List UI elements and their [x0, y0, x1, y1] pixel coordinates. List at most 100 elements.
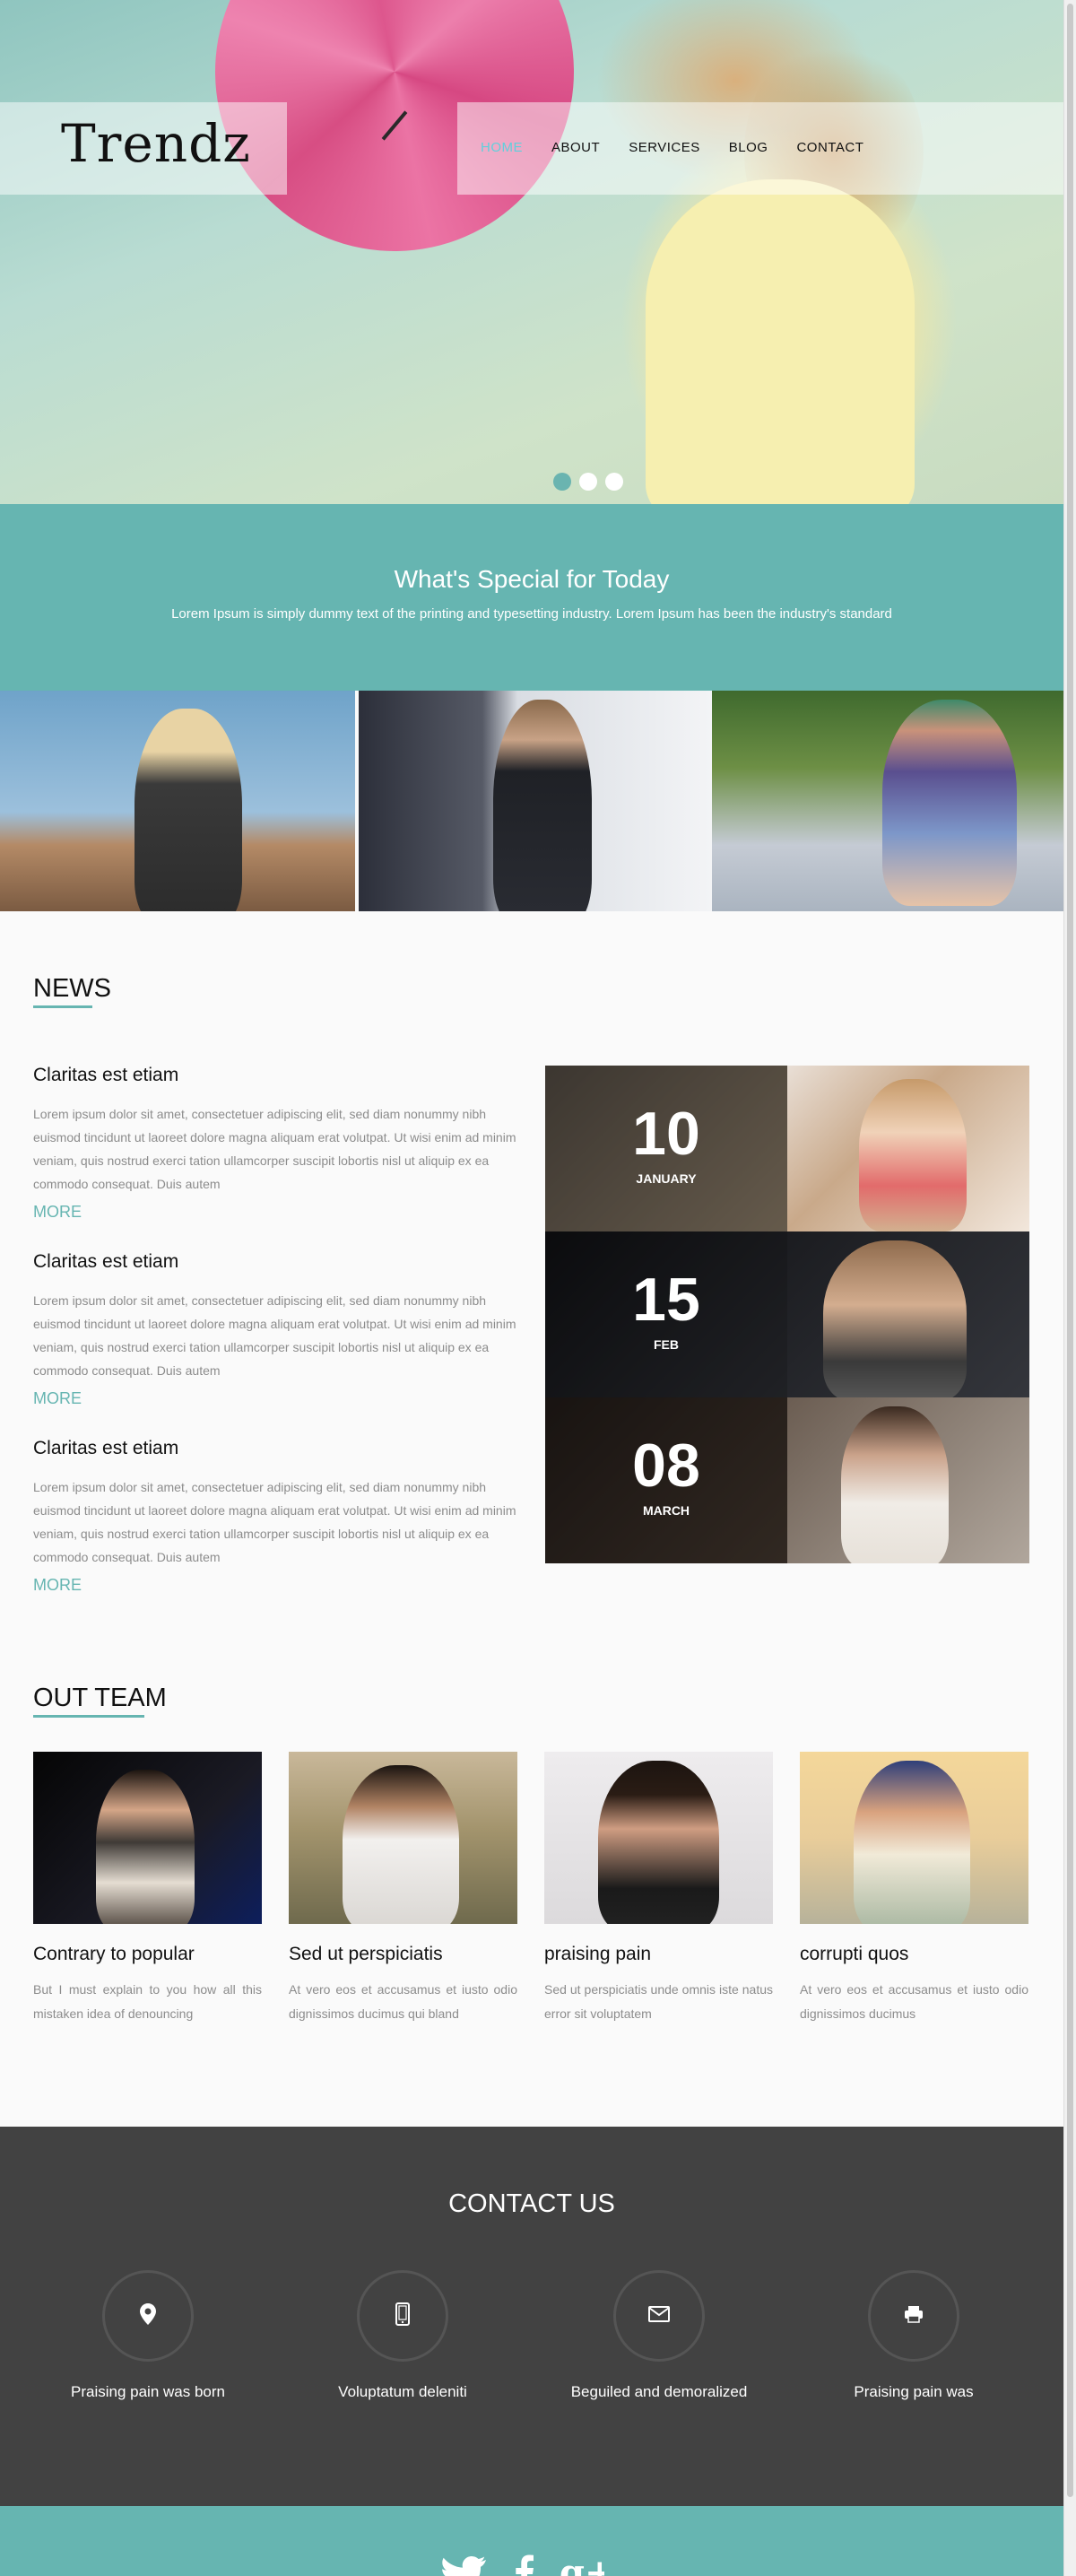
special-section: What's Special for Today Lorem Ipsum is … [0, 504, 1063, 691]
team-title: OUT TEAM [33, 1684, 167, 1712]
news-item-text: Lorem ipsum dolor sit amet, consectetuer… [33, 1480, 516, 1564]
news-item-text: Lorem ipsum dolor sit amet, consectetuer… [33, 1293, 516, 1378]
team-title-underline [33, 1715, 144, 1718]
contact-item-label: Praising pain was [854, 2383, 974, 2400]
news-date-day: 08 [632, 1432, 700, 1500]
team-member-name: corrupti quos [800, 1944, 909, 1964]
contact-item-label: Voluptatum deleniti [338, 2383, 467, 2400]
main-nav: HOME ABOUT SERVICES BLOG CONTACT [481, 140, 892, 155]
footer: g+ [0, 2506, 1063, 2576]
social-links: g+ [438, 2552, 614, 2576]
contact-item-address: Praising pain was born [36, 2270, 260, 2401]
news-item-title[interactable]: Claritas est etiam [33, 1251, 517, 1273]
hero-model-image [646, 179, 915, 504]
contact-item-email: Beguiled and demoralized [547, 2270, 771, 2401]
envelope-icon [648, 2305, 670, 2327]
google-plus-icon[interactable]: g+ [560, 2552, 614, 2576]
slider-dots [553, 473, 623, 491]
news-date-day: 15 [632, 1266, 700, 1334]
contact-icon-circle[interactable] [102, 2270, 194, 2362]
news-more-link[interactable]: MORE [33, 1203, 82, 1222]
team-photo-person [343, 1765, 459, 1924]
team-card-2: Sed ut perspiciatis At vero eos et accus… [289, 1752, 517, 2026]
contact-icon-circle[interactable] [868, 2270, 959, 2362]
contact-item-label: Beguiled and demoralized [570, 2383, 748, 2400]
news-date-overlay: 15 FEB [545, 1231, 787, 1397]
team-member-text: At vero eos et accusamus et iusto odio d… [289, 1982, 517, 2021]
svg-text:g+: g+ [560, 2554, 604, 2576]
team-card-4: corrupti quos At vero eos et accusamus e… [800, 1752, 1028, 2026]
contact-section: CONTACT US Praising pain was born Volupt… [0, 2127, 1063, 2506]
gallery-model-3 [882, 700, 1017, 906]
team-card-3: praising pain Sed ut perspiciatis unde o… [544, 1752, 773, 2026]
news-item-3: Claritas est etiam Lorem ipsum dolor sit… [33, 1438, 517, 1595]
team-photo-4[interactable] [800, 1752, 1028, 1924]
team-member-text: At vero eos et accusamus et iusto odio d… [800, 1982, 1028, 2021]
news-photo-2 [787, 1231, 1029, 1397]
news-date-overlay: 08 MARCH [545, 1397, 787, 1563]
news-date-day: 10 [632, 1100, 700, 1168]
facebook-icon[interactable] [513, 2554, 534, 2576]
scrollbar-thumb[interactable] [1067, 4, 1073, 2497]
news-title: NEWS [33, 974, 111, 1003]
team-photo-person [96, 1770, 195, 1924]
news-date-tile-3[interactable]: 08 MARCH [545, 1397, 787, 1563]
slider-dot-2[interactable] [579, 473, 597, 491]
gallery-model-1 [134, 709, 242, 911]
mobile-phone-icon [395, 2302, 410, 2330]
team-member-text: But I must explain to you how all this m… [33, 1982, 262, 2021]
news-date-tile-1[interactable]: 10 JANUARY [545, 1066, 787, 1231]
twitter-icon[interactable] [438, 2554, 488, 2576]
special-text: Lorem Ipsum is simply dummy text of the … [171, 606, 892, 622]
news-photo-model-2 [823, 1240, 967, 1397]
team-photo-1[interactable] [33, 1752, 262, 1924]
page-scrollbar[interactable] [1063, 0, 1076, 2576]
team-photo-person [854, 1761, 970, 1924]
news-item-1: Claritas est etiam Lorem ipsum dolor sit… [33, 1065, 517, 1222]
map-pin-icon [140, 2302, 156, 2329]
news-date-overlay: 10 JANUARY [545, 1066, 787, 1231]
news-more-link[interactable]: MORE [33, 1576, 82, 1595]
news-date-tile-2[interactable]: 15 FEB [545, 1231, 787, 1397]
news-title-underline [33, 1005, 92, 1008]
team-member-name: Contrary to popular [33, 1944, 195, 1964]
gallery-image-3 [712, 691, 1063, 911]
site-logo[interactable]: Trendz [61, 113, 251, 174]
nav-contact[interactable]: CONTACT [796, 140, 863, 155]
contact-item-fax: Praising pain was [802, 2270, 1026, 2401]
news-more-link[interactable]: MORE [33, 1389, 82, 1408]
team-member-name: Sed ut perspiciatis [289, 1944, 443, 1964]
news-date-grid: 10 JANUARY 15 FEB 08 MARCH [545, 1066, 1029, 1564]
contact-icon-circle[interactable] [613, 2270, 705, 2362]
gallery-image-2 [359, 691, 712, 911]
page: Trendz HOME ABOUT SERVICES BLOG CONTACT … [0, 0, 1076, 2576]
contact-title: CONTACT US [448, 2189, 615, 2218]
news-date-month: JANUARY [636, 1171, 697, 1186]
news-photo-model-1 [859, 1079, 967, 1231]
nav-home[interactable]: HOME [481, 140, 523, 155]
news-date-month: MARCH [642, 1503, 690, 1518]
contact-item-label: Praising pain was born [71, 2383, 225, 2400]
special-title: What's Special for Today [394, 565, 670, 593]
printer-icon [904, 2305, 924, 2328]
gallery-image-1 [0, 691, 355, 911]
news-item-title[interactable]: Claritas est etiam [33, 1438, 517, 1459]
news-photo-1 [787, 1066, 1029, 1231]
news-date-month: FEB [654, 1337, 679, 1352]
nav-about[interactable]: ABOUT [551, 140, 600, 155]
nav-blog[interactable]: BLOG [729, 140, 768, 155]
team-member-text: Sed ut perspiciatis unde omnis iste natu… [544, 1982, 773, 2021]
news-photo-model-3 [841, 1406, 949, 1563]
slider-dot-3[interactable] [605, 473, 623, 491]
team-photo-3[interactable] [544, 1752, 773, 1924]
team-card-1: Contrary to popular But I must explain t… [33, 1752, 262, 2026]
contact-icon-circle[interactable] [357, 2270, 448, 2362]
nav-services[interactable]: SERVICES [629, 140, 700, 155]
slider-dot-1[interactable] [553, 473, 571, 491]
news-item-text: Lorem ipsum dolor sit amet, consectetuer… [33, 1107, 516, 1191]
page-content: Trendz HOME ABOUT SERVICES BLOG CONTACT … [0, 0, 1063, 2576]
news-item-title[interactable]: Claritas est etiam [33, 1065, 517, 1086]
team-photo-person [598, 1761, 719, 1924]
news-item-2: Claritas est etiam Lorem ipsum dolor sit… [33, 1251, 517, 1408]
team-photo-2[interactable] [289, 1752, 517, 1924]
